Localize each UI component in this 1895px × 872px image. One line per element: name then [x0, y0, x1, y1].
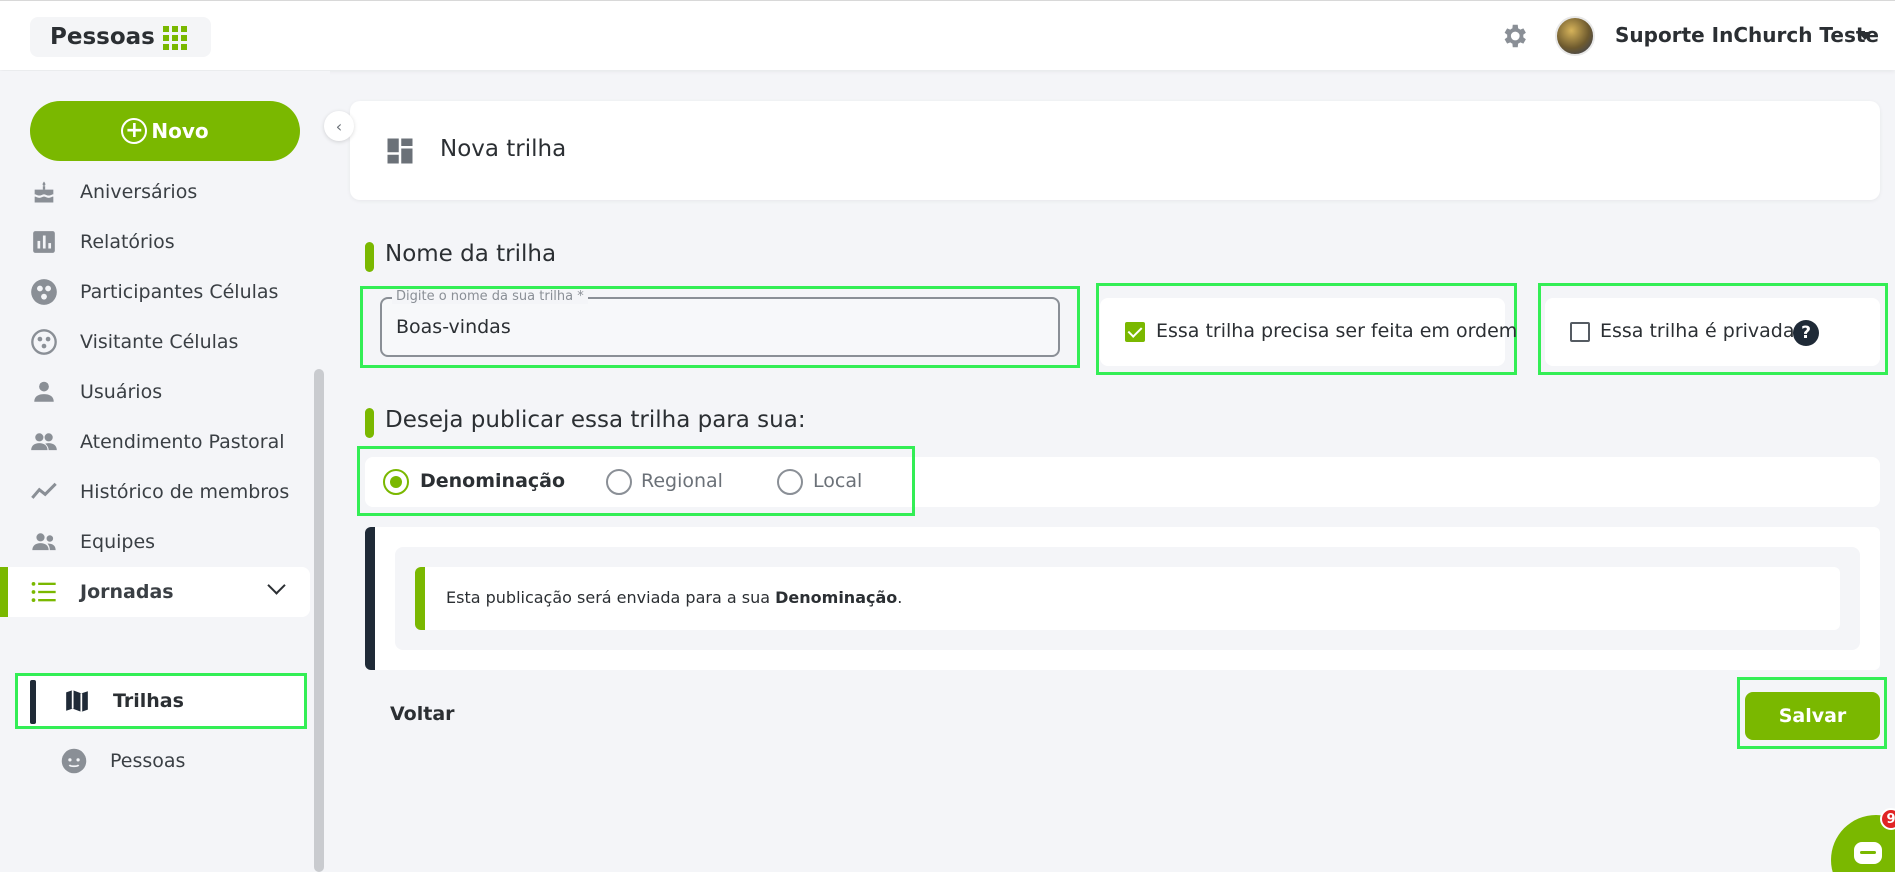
- trend-line-icon: [30, 478, 58, 506]
- sidebar-item-label: Atendimento Pastoral: [80, 431, 285, 453]
- sidebar-subitem-pessoas[interactable]: Pessoas: [15, 733, 307, 789]
- chat-icon: [1854, 842, 1882, 864]
- list-icon: [30, 578, 58, 606]
- private-option-label[interactable]: Essa trilha é privada: [1600, 320, 1795, 342]
- map-icon: [63, 687, 91, 715]
- gear-icon[interactable]: [1499, 21, 1529, 51]
- plus-circle-icon: +: [121, 118, 148, 144]
- sidebar-item-label: Visitante Células: [80, 331, 239, 353]
- sidebar-item-historico-de-membros[interactable]: Histórico de membros: [0, 467, 310, 517]
- trail-name-value[interactable]: Boas-vindas: [396, 316, 511, 338]
- help-icon[interactable]: ?: [1793, 320, 1819, 346]
- sidebar-item-label: Aniversários: [80, 181, 198, 203]
- publish-info-text: Esta publicação será enviada para a sua …: [446, 588, 903, 607]
- chat-badge: 9: [1880, 808, 1895, 830]
- module-switcher[interactable]: Pessoas: [30, 17, 211, 57]
- sidebar-item-label: Participantes Células: [80, 281, 279, 303]
- cells-icon: [30, 278, 58, 306]
- face-icon: [60, 747, 88, 775]
- radio-local-label[interactable]: Local: [813, 470, 862, 492]
- sidebar-item-label: Usuários: [80, 381, 163, 403]
- page-header-card: [350, 101, 1880, 200]
- sidebar-item-equipes[interactable]: Equipes: [0, 517, 310, 567]
- name-section-title: Nome da trilha: [385, 241, 557, 267]
- sidebar-item-atendimento-pastoral[interactable]: Atendimento Pastoral: [0, 417, 310, 467]
- sidebar: + Novo Aniversários Relatórios Participa…: [0, 71, 330, 872]
- sidebar-item-label: Relatórios: [80, 231, 175, 253]
- back-button[interactable]: Voltar: [390, 703, 455, 725]
- sidebar-item-aniversarios[interactable]: Aniversários: [0, 167, 310, 217]
- radio-denominacao[interactable]: [383, 469, 409, 495]
- radio-denominacao-label[interactable]: Denominação: [420, 470, 565, 492]
- apps-grid-icon[interactable]: [163, 26, 187, 50]
- active-indicator: [30, 680, 36, 724]
- team-icon: [30, 528, 58, 556]
- sidebar-item-visitante-celulas[interactable]: Visitante Células: [0, 317, 310, 367]
- section-accent-bar: [365, 242, 374, 272]
- module-title: Pessoas: [50, 24, 155, 50]
- person-icon: [30, 378, 58, 406]
- ordered-option-label[interactable]: Essa trilha precisa ser feita em ordem: [1156, 320, 1517, 342]
- new-button-label: Novo: [151, 119, 209, 143]
- top-bar: Pessoas Suporte InChurch Teste: [0, 0, 1895, 70]
- radio-regional[interactable]: [606, 469, 632, 495]
- save-button[interactable]: Salvar: [1745, 692, 1880, 740]
- sidebar-item-label: Jornadas: [80, 581, 174, 603]
- sidebar-subitem-trilhas[interactable]: Trilhas: [15, 673, 307, 729]
- sidebar-item-label: Trilhas: [113, 690, 184, 712]
- sidebar-item-participantes-celulas[interactable]: Participantes Células: [0, 267, 310, 317]
- page-title: Nova trilha: [440, 136, 567, 162]
- section-accent-bar: [365, 408, 374, 438]
- collapse-sidebar-button[interactable]: ‹: [324, 111, 354, 141]
- radio-regional-label[interactable]: Regional: [641, 470, 723, 492]
- sidebar-item-label: Histórico de membros: [80, 481, 290, 503]
- private-checkbox[interactable]: [1570, 322, 1590, 342]
- cake-icon: [30, 178, 58, 206]
- dashboard-icon: [387, 138, 413, 164]
- ordered-checkbox[interactable]: [1125, 322, 1145, 342]
- new-button[interactable]: + Novo: [30, 101, 300, 161]
- sidebar-item-relatorios[interactable]: Relatórios: [0, 217, 310, 267]
- bar-chart-icon: [30, 228, 58, 256]
- user-name[interactable]: Suporte InChurch Teste: [1615, 23, 1879, 47]
- avatar[interactable]: [1555, 16, 1595, 56]
- sidebar-item-usuarios[interactable]: Usuários: [0, 367, 310, 417]
- chevron-left-icon: ‹: [335, 116, 343, 136]
- cells-outline-icon: [30, 328, 58, 356]
- sidebar-scrollbar[interactable]: [314, 369, 324, 872]
- radio-local[interactable]: [777, 469, 803, 495]
- chevron-down-icon[interactable]: [1858, 32, 1872, 40]
- sidebar-item-label: Pessoas: [110, 750, 186, 772]
- trail-name-legend: Digite o nome da sua trilha *: [392, 289, 588, 304]
- sidebar-item-label: Equipes: [80, 531, 156, 553]
- sidebar-item-jornadas[interactable]: Jornadas: [0, 567, 310, 617]
- people-icon: [30, 428, 58, 456]
- chevron-down-icon[interactable]: [267, 576, 286, 595]
- publish-section-title: Deseja publicar essa trilha para sua:: [385, 407, 806, 433]
